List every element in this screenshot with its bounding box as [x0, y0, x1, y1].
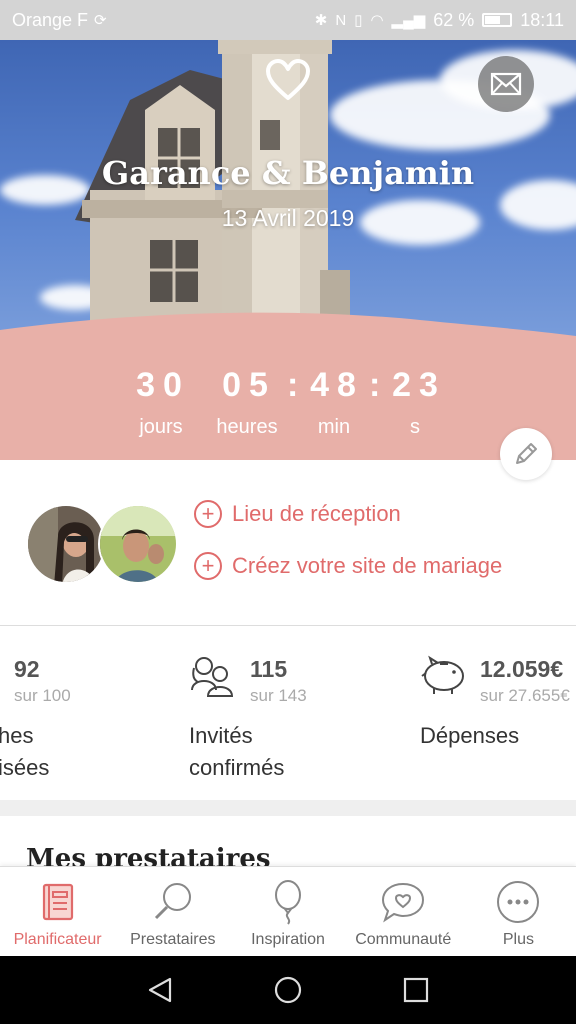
sync-icon: ⟳: [94, 12, 107, 29]
wedding-date: 13 Avril 2019: [221, 205, 355, 231]
nav-tab-communaute[interactable]: Communauté: [346, 867, 461, 956]
mail-icon: [490, 72, 522, 96]
signal-icon: ▂▄▆: [391, 12, 426, 29]
couple-names: Garance & Benjamin: [101, 154, 475, 192]
battery-percent: 62 %: [433, 9, 475, 30]
guests-icon: [191, 657, 234, 697]
create-website-link[interactable]: + Créez votre site de mariage: [194, 552, 502, 580]
countdown-minutes-label: min: [317, 416, 351, 438]
guests-confirmed-value: 115: [250, 656, 288, 682]
edit-button[interactable]: [500, 428, 552, 480]
system-navigation-bar: [0, 956, 576, 1024]
bluetooth-icon: ✱: [314, 12, 328, 29]
search-icon: [154, 883, 191, 920]
nav-label: Communauté: [355, 931, 452, 948]
countdown-seconds: 23: [392, 366, 446, 404]
more-icon: [497, 881, 540, 923]
nav-label: Prestataires: [130, 931, 216, 948]
budget-total: sur 27.655€: [480, 686, 570, 705]
back-icon[interactable]: [146, 976, 174, 1004]
avatar-groom[interactable]: [98, 504, 178, 584]
guests-label-line1: Invités: [189, 723, 253, 748]
countdown-hours-label: heures: [216, 416, 278, 438]
avatar-bride[interactable]: [26, 504, 106, 584]
planner-icon: [42, 883, 73, 921]
hero-banner: Garance & Benjamin 13 Avril 2019 30 05 :…: [0, 40, 576, 460]
tasks-label-line2: isées: [0, 755, 50, 780]
tasks-total: sur 100: [14, 686, 71, 705]
clock: 18:11: [520, 9, 564, 30]
add-venue-label: Lieu de réception: [232, 501, 401, 526]
budget-label: Dépenses: [420, 723, 520, 748]
plus-circle-icon: +: [194, 500, 222, 528]
countdown-timer: 30 05 : 48 : 23 jours heures min s: [0, 366, 576, 446]
status-bar: Orange F ⟳ ✱ N ▯ ◠ ▂▄▆ 62 % 18:11: [0, 0, 576, 40]
nav-tab-prestataires[interactable]: Prestataires: [115, 867, 230, 956]
section-separator: [0, 800, 576, 816]
countdown-days: 30: [136, 366, 190, 404]
balloon-icon: [275, 880, 301, 925]
nav-tab-inspiration[interactable]: Inspiration: [230, 867, 345, 956]
bottom-navigation: Planificateur Prestataires Inspiration C…: [0, 866, 576, 956]
nfc-icon: N: [335, 11, 347, 29]
recents-icon[interactable]: [403, 977, 429, 1003]
guests-total: sur 143: [250, 686, 307, 705]
add-venue-link[interactable]: + Lieu de réception: [194, 500, 401, 528]
nav-label: Plus: [502, 931, 534, 948]
bride-photo: [28, 506, 104, 582]
home-icon[interactable]: [274, 976, 302, 1004]
messages-button[interactable]: [478, 56, 534, 112]
tasks-done-value: 92: [14, 656, 40, 682]
pencil-icon: [516, 443, 537, 464]
chat-heart-icon: [382, 882, 425, 923]
heart-icon: [266, 59, 310, 100]
carrier-name: Orange F: [12, 9, 89, 30]
groom-photo: [100, 506, 176, 582]
budget-spent-value: 12.059€: [480, 656, 564, 682]
tasks-label-line1: hes: [0, 723, 34, 748]
plus-circle-icon: +: [194, 552, 222, 580]
wifi-icon: ◠: [370, 12, 384, 29]
nav-tab-plus[interactable]: Plus: [461, 867, 576, 956]
divider: [0, 625, 576, 626]
countdown-hours: 05: [222, 366, 276, 404]
countdown-days-label: jours: [139, 416, 183, 438]
countdown-seconds-label: s: [410, 416, 420, 438]
create-website-label: Créez votre site de mariage: [232, 553, 503, 578]
nav-label: Planificateur: [13, 931, 102, 948]
vibrate-icon: ▯: [354, 12, 363, 29]
piggy-bank-icon: [421, 655, 464, 694]
battery-icon: [482, 13, 513, 27]
nav-tab-planificateur[interactable]: Planificateur: [0, 867, 115, 956]
nav-label: Inspiration: [251, 931, 325, 948]
guests-label-line2: confirmés: [189, 755, 285, 780]
